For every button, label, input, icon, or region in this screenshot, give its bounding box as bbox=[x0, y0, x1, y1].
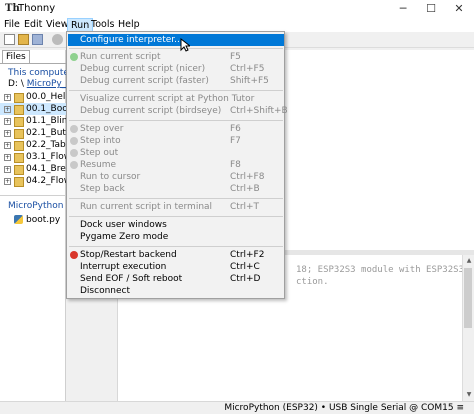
menu-separator bbox=[69, 246, 283, 247]
title-bar: Th Thonny ─ ☐ ✕ bbox=[0, 0, 474, 18]
menu-separator bbox=[69, 48, 283, 49]
pane-divider bbox=[0, 195, 66, 196]
expand-icon[interactable]: + bbox=[4, 94, 11, 101]
menu-item-step-over[interactable]: Step over F6 bbox=[68, 123, 284, 135]
tree-item-label: 01.1_Blink bbox=[26, 116, 66, 126]
folder-icon bbox=[14, 153, 24, 163]
tree-item-label: 00.0_HelloW bbox=[26, 92, 66, 102]
tree-item-label: 03.1_Flowin bbox=[26, 152, 66, 162]
menu-separator bbox=[69, 216, 283, 217]
expand-icon[interactable]: + bbox=[4, 178, 11, 185]
menu-item-run-in-terminal[interactable]: Run current script in terminal Ctrl+T bbox=[68, 201, 284, 213]
menu-help[interactable]: Help bbox=[115, 18, 143, 32]
tree-item-selected[interactable]: +00.1_Boot bbox=[0, 103, 66, 115]
expand-icon[interactable]: + bbox=[4, 118, 11, 125]
tree-item[interactable]: +00.0_HelloW bbox=[0, 91, 66, 103]
files-tab-divider bbox=[0, 63, 66, 64]
menu-item-debug-nicer[interactable]: Debug current script (nicer) Ctrl+F5 bbox=[68, 63, 284, 75]
status-bar: MicroPython (ESP32) • USB Single Serial … bbox=[0, 401, 474, 414]
files-pane: Files This computer D: \ MicroPy_Co +00.… bbox=[0, 50, 83, 401]
tree-item-label: 04.2_Flowin bbox=[26, 176, 66, 186]
expand-icon[interactable]: + bbox=[4, 106, 11, 113]
run-icon[interactable] bbox=[52, 34, 63, 45]
menu-item-dock-user-windows[interactable]: Dock user windows bbox=[68, 219, 284, 231]
tree-item[interactable]: +01.1_Blink bbox=[0, 115, 66, 127]
maximize-button[interactable]: ☐ bbox=[418, 0, 444, 18]
menu-item-pygame-zero-mode[interactable]: Pygame Zero mode bbox=[68, 231, 284, 243]
folder-icon bbox=[14, 93, 24, 103]
new-file-icon[interactable] bbox=[4, 34, 15, 45]
step-over-icon bbox=[70, 125, 78, 133]
interpreter-status[interactable]: MicroPython (ESP32) • USB Single Serial … bbox=[224, 403, 464, 413]
step-out-icon bbox=[70, 149, 78, 157]
stop-icon bbox=[70, 251, 78, 259]
menu-item-birdseye[interactable]: Debug current script (birdseye) Ctrl+Shif… bbox=[68, 105, 288, 117]
run-menu-dropdown: Configure interpreter... Run current scr… bbox=[66, 31, 288, 299]
python-file-icon bbox=[14, 215, 23, 224]
menu-item-stop-restart-backend[interactable]: Stop/Restart backend Ctrl+F2 bbox=[68, 249, 284, 261]
tree-item[interactable]: +03.1_Flowin bbox=[0, 151, 66, 163]
menu-file[interactable]: File bbox=[1, 18, 23, 32]
folder-icon bbox=[14, 129, 24, 139]
menu-edit[interactable]: Edit bbox=[21, 18, 45, 32]
window-title: Thonny bbox=[18, 3, 56, 14]
tree-item[interactable]: +02.1_Button bbox=[0, 127, 66, 139]
tree-item-label: 02.1_Button bbox=[26, 128, 66, 138]
path-drive: D: bbox=[8, 79, 18, 89]
folder-icon bbox=[14, 165, 24, 175]
close-button[interactable]: ✕ bbox=[446, 0, 472, 18]
expand-icon[interactable]: + bbox=[4, 142, 11, 149]
menu-item-send-eof[interactable]: Send EOF / Soft reboot Ctrl+D bbox=[68, 273, 284, 285]
menu-bar: File Edit View Run Tools Help bbox=[0, 18, 474, 32]
menu-tools[interactable]: Tools bbox=[88, 18, 117, 32]
menu-item-run-to-cursor[interactable]: Run to cursor Ctrl+F8 bbox=[68, 171, 284, 183]
menu-item-interrupt-execution[interactable]: Interrupt execution Ctrl+C bbox=[68, 261, 284, 273]
menu-separator bbox=[69, 90, 283, 91]
folder-icon bbox=[14, 141, 24, 151]
resume-icon bbox=[70, 161, 78, 169]
tree-item-label: 02.2_TableL bbox=[26, 140, 66, 150]
shell-output-line: ction. bbox=[296, 277, 329, 287]
expand-icon[interactable]: + bbox=[4, 154, 11, 161]
menu-item-configure-interpreter[interactable]: Configure interpreter... bbox=[68, 34, 284, 46]
tree-item[interactable]: +02.2_TableL bbox=[0, 139, 66, 151]
save-icon[interactable] bbox=[32, 34, 43, 45]
tree-item[interactable]: +04.2_Flowin bbox=[0, 175, 66, 187]
menu-separator bbox=[69, 198, 283, 199]
tab-files[interactable]: Files bbox=[2, 50, 30, 63]
minimize-button[interactable]: ─ bbox=[390, 0, 416, 18]
tree-item-label: 04.1_Breath bbox=[26, 164, 66, 174]
scroll-up-icon[interactable]: ▲ bbox=[463, 255, 474, 267]
scroll-thumb[interactable] bbox=[464, 268, 472, 328]
tree-item[interactable]: +04.1_Breath bbox=[0, 163, 66, 175]
menu-item-disconnect[interactable]: Disconnect bbox=[68, 285, 284, 297]
tree-item-label: boot.py bbox=[26, 215, 61, 225]
open-folder-icon[interactable] bbox=[18, 34, 29, 45]
tree-item-label: 00.1_Boot bbox=[26, 104, 66, 114]
menu-item-step-out[interactable]: Step out bbox=[68, 147, 284, 159]
scroll-down-icon[interactable]: ▼ bbox=[463, 389, 474, 401]
this-computer-heading: This computer bbox=[8, 68, 73, 78]
mouse-pointer-icon bbox=[180, 38, 190, 52]
menu-separator bbox=[69, 120, 283, 121]
menu-item-step-back[interactable]: Step back Ctrl+B bbox=[68, 183, 284, 195]
expand-icon[interactable]: + bbox=[4, 166, 11, 173]
expand-icon[interactable]: + bbox=[4, 130, 11, 137]
menu-item-step-into[interactable]: Step into F7 bbox=[68, 135, 284, 147]
run-icon bbox=[70, 53, 78, 61]
device-file-item[interactable]: boot.py bbox=[0, 214, 66, 226]
folder-icon bbox=[14, 105, 24, 115]
menu-item-python-tutor[interactable]: Visualize current script at Python Tutor bbox=[68, 93, 284, 105]
menu-item-run-current-script[interactable]: Run current script F5 bbox=[68, 51, 284, 63]
shell-output-line: 18; ESP32S3 module with ESP32S3 bbox=[296, 265, 464, 275]
menu-item-resume[interactable]: Resume F8 bbox=[68, 159, 284, 171]
folder-icon bbox=[14, 177, 24, 187]
step-into-icon bbox=[70, 137, 78, 145]
folder-icon bbox=[14, 117, 24, 127]
menu-item-debug-faster[interactable]: Debug current script (faster) Shift+F5 bbox=[68, 75, 284, 87]
